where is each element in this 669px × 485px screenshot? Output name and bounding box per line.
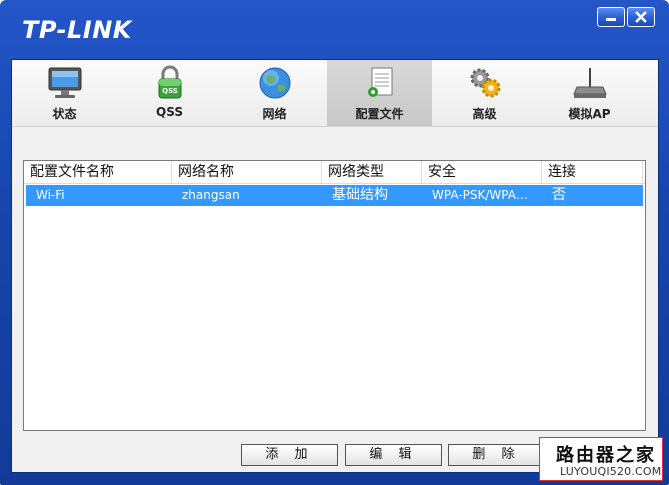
- tab-soft-ap[interactable]: 模拟AP: [537, 60, 642, 126]
- qss-lock-icon: QSS: [151, 65, 189, 101]
- close-button[interactable]: [627, 7, 655, 27]
- profile-list-header: 配置文件名称 网络名称 网络类型 安全 连接: [24, 161, 645, 184]
- column-network-name[interactable]: 网络名称: [172, 161, 322, 183]
- watermark-title: 路由器之家: [556, 445, 656, 466]
- gears-icon: [466, 65, 504, 101]
- tab-advanced[interactable]: 高级: [432, 60, 537, 126]
- router-icon: [571, 65, 609, 101]
- monitor-icon: [46, 65, 84, 101]
- tab-advanced-label: 高级: [472, 107, 497, 121]
- column-network-type[interactable]: 网络类型: [322, 161, 422, 183]
- main-panel: 状态 QSS QSS 网络 配置文件 高级 模拟AP 配置文件名称 网络名称 网…: [11, 59, 659, 473]
- minimize-button[interactable]: [597, 7, 625, 27]
- column-connect[interactable]: 连接: [542, 161, 643, 183]
- tab-status[interactable]: 状态: [12, 60, 117, 126]
- add-button[interactable]: 添 加: [241, 444, 338, 466]
- tab-network[interactable]: 网络: [222, 60, 327, 126]
- profile-document-icon: [361, 65, 399, 101]
- cell-profile-name: Wi-Fi: [36, 188, 65, 202]
- cell-network-name: zhangsan: [182, 188, 240, 202]
- watermark-url: LUYOUQI520.COM: [560, 465, 662, 478]
- tab-profile-label: 配置文件: [355, 107, 404, 121]
- column-profile-name[interactable]: 配置文件名称: [24, 161, 172, 183]
- cell-network-type: 基础结构: [332, 187, 388, 203]
- column-security[interactable]: 安全: [422, 161, 542, 183]
- window-controls: [597, 7, 655, 27]
- cell-connect: 否: [552, 187, 566, 203]
- globe-icon: [256, 65, 294, 101]
- edit-button[interactable]: 编 辑: [345, 444, 442, 466]
- cell-security: WPA-PSK/WPA…: [432, 188, 528, 202]
- profile-list[interactable]: 配置文件名称 网络名称 网络类型 安全 连接 Wi-Fi zhangsan 基础…: [23, 160, 646, 431]
- tab-profile[interactable]: 配置文件: [327, 60, 432, 126]
- watermark: 路由器之家 LUYOUQI520.COM: [539, 437, 663, 481]
- tp-link-logo: TP-LINK: [22, 16, 132, 44]
- minimize-icon: [606, 17, 616, 21]
- tab-network-label: 网络: [262, 107, 287, 121]
- close-icon: [635, 11, 647, 23]
- tab-qss-label: QSS: [156, 105, 183, 119]
- tab-soft-ap-label: 模拟AP: [568, 107, 611, 121]
- delete-button[interactable]: 删 除: [448, 444, 545, 466]
- qss-badge-text: QSS: [162, 87, 178, 95]
- app-window: TP-LINK 状态 QSS QSS 网络 配置文件 高级 模拟AP 配置文件名…: [0, 0, 669, 485]
- table-row[interactable]: Wi-Fi zhangsan 基础结构 WPA-PSK/WPA… 否: [26, 185, 643, 206]
- tab-qss[interactable]: QSS QSS: [117, 60, 222, 126]
- tab-status-label: 状态: [52, 107, 77, 121]
- toolbar: 状态 QSS QSS 网络 配置文件 高级 模拟AP: [12, 60, 658, 127]
